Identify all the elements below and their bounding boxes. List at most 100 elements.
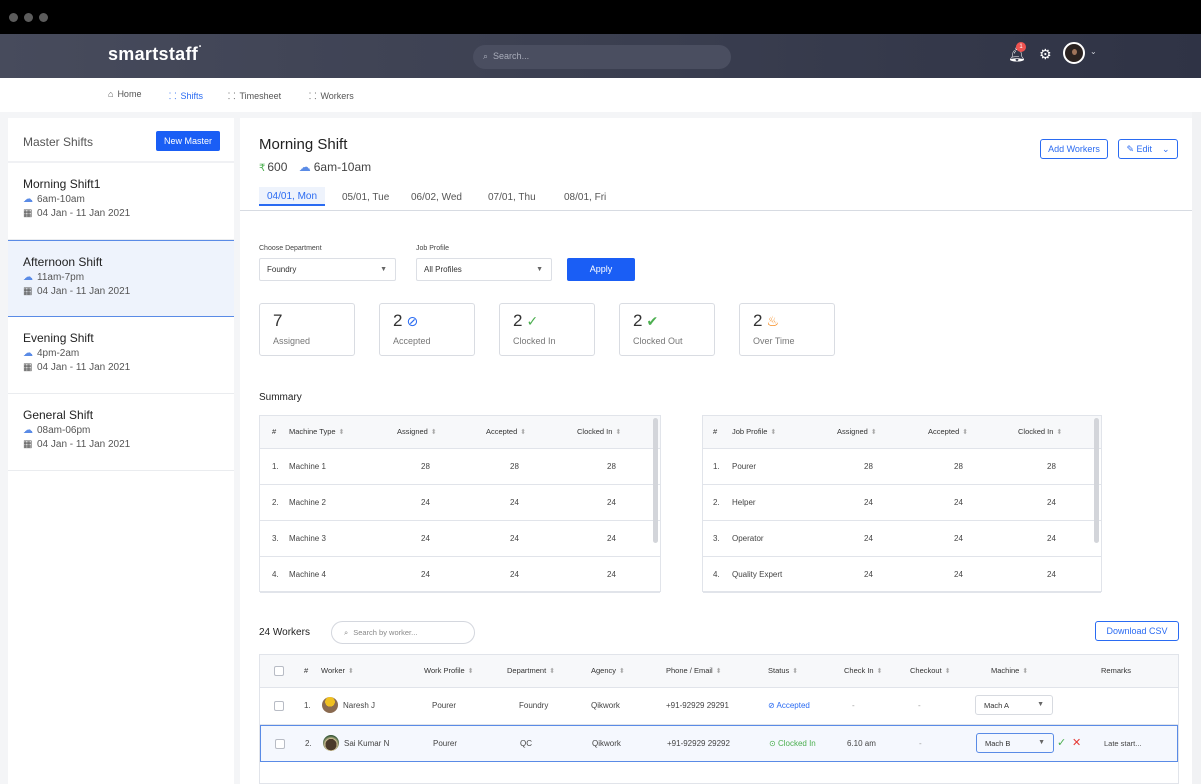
- cloud-sun-icon: ☁: [23, 194, 33, 205]
- stat-card-accepted[interactable]: 2 ⊘ Accepted: [379, 303, 475, 356]
- nav-timesheet[interactable]: ⸬ Timesheet: [228, 89, 281, 102]
- add-workers-button[interactable]: Add Workers: [1040, 139, 1108, 159]
- filled-check-icon: ✔: [646, 313, 659, 329]
- table-scrollbar[interactable]: [1094, 418, 1099, 543]
- calendar-icon: ▦: [23, 286, 33, 297]
- cell-checkout: -: [918, 701, 921, 710]
- col-header-assigned[interactable]: Assigned ⬍: [837, 427, 877, 436]
- cell-worker-name[interactable]: Naresh J: [343, 701, 375, 710]
- table-row[interactable]: 3. Operator 24 24 24: [703, 521, 1101, 557]
- col-header-assigned[interactable]: Assigned ⬍: [397, 427, 437, 436]
- shift-item[interactable]: Evening Shift ☁ 4pm-2am ▦ 04 Jan - 11 Jan …: [8, 317, 234, 394]
- col-header-department[interactable]: Department ⬍: [507, 666, 555, 675]
- nav-shifts[interactable]: ⸬ Shifts: [169, 89, 203, 102]
- col-header-job-profile[interactable]: Job Profile ⬍: [732, 427, 776, 436]
- stat-card-over-time[interactable]: 2 ♨ Over Time: [739, 303, 835, 356]
- cell-profile: Pourer: [732, 462, 757, 471]
- col-header-checkout[interactable]: Checkout ⬍: [910, 666, 951, 675]
- chevron-down-icon[interactable]: ⌄: [1090, 47, 1097, 56]
- worker-row-selected[interactable]: 2. Sai Kumar N Pourer QC Qikwork +91-929…: [260, 725, 1178, 762]
- col-header-clocked-in[interactable]: Clocked In ⬍: [577, 427, 621, 436]
- worker-row[interactable]: 1. Naresh J Pourer Foundry Qikwork +91-9…: [260, 688, 1178, 725]
- table-row[interactable]: 2. Machine 2 24 24 24: [260, 485, 660, 521]
- gear-icon[interactable]: ⚙: [1039, 46, 1052, 63]
- col-header-label: Phone / Email: [666, 666, 713, 675]
- tab-date[interactable]: 05/01, Tue: [342, 192, 389, 203]
- cell-num: 1.: [272, 462, 279, 471]
- col-header-accepted[interactable]: Accepted ⬍: [486, 427, 526, 436]
- table-row[interactable]: 1. Machine 1 28 28 28: [260, 449, 660, 485]
- shift-item[interactable]: Morning Shift1 ☁ 6am-10am ▦ 04 Jan - 11 Ja…: [8, 163, 234, 240]
- table-row[interactable]: 3. Machine 3 24 24 24: [260, 521, 660, 557]
- dashed-check-icon: ⊙: [769, 739, 778, 748]
- cell-assigned: 24: [421, 498, 430, 507]
- window-minimize-dot[interactable]: [24, 13, 33, 22]
- col-header-phone[interactable]: Phone / Email ⬍: [666, 666, 722, 675]
- table-row[interactable]: 2. Helper 24 24 24: [703, 485, 1101, 521]
- department-select[interactable]: Foundry ▼: [259, 258, 396, 281]
- sort-icon: ⬍: [338, 429, 345, 436]
- col-header-machine[interactable]: Machine ⬍: [991, 666, 1028, 675]
- edit-button[interactable]: ✎ Edit ⌄: [1118, 139, 1178, 159]
- sort-icon: ⬍: [615, 429, 622, 436]
- cell-worker-name[interactable]: Sai Kumar N: [344, 739, 389, 748]
- table-row[interactable]: 4. Quality Expert 24 24 24: [703, 557, 1101, 593]
- cell-assigned: 24: [864, 570, 873, 579]
- select-all-checkbox[interactable]: [274, 666, 284, 676]
- col-header-check-in[interactable]: Check In ⬍: [844, 666, 882, 675]
- stat-card-clocked-in[interactable]: 2 ✓ Clocked In: [499, 303, 595, 356]
- col-header-work-profile[interactable]: Work Profile ⬍: [424, 666, 474, 675]
- stat-card-assigned[interactable]: 7 Assigned: [259, 303, 355, 356]
- job-profile-summary-table: # Job Profile ⬍ Assigned ⬍ Accepted ⬍ Clock…: [702, 415, 1102, 593]
- table-row[interactable]: 4. Machine 4 24 24 24: [260, 557, 660, 593]
- caret-down-icon: ▼: [380, 266, 387, 273]
- tab-date[interactable]: 08/01, Fri: [564, 192, 606, 203]
- tab-date[interactable]: 07/01, Thu: [488, 192, 536, 203]
- download-csv-button[interactable]: Download CSV: [1095, 621, 1179, 641]
- row-checkbox[interactable]: [275, 739, 285, 749]
- brand-logo[interactable]: smartstaff•: [108, 44, 201, 65]
- sort-icon: ⬍: [792, 668, 799, 675]
- new-master-button[interactable]: New Master: [156, 131, 220, 151]
- cancel-x-icon[interactable]: ✕: [1072, 736, 1081, 749]
- global-search-input[interactable]: ⌕ Search...: [473, 45, 731, 69]
- home-icon: ⌂: [108, 89, 114, 99]
- search-placeholder: Search...: [493, 51, 530, 61]
- table-row[interactable]: 1. Pourer 28 28 28: [703, 449, 1101, 485]
- page-scrollbar[interactable]: [1192, 112, 1201, 784]
- calendar-icon: ▦: [23, 362, 33, 373]
- window-maximize-dot[interactable]: [39, 13, 48, 22]
- col-header-label: Accepted: [486, 427, 518, 436]
- table-scrollbar[interactable]: [653, 418, 658, 543]
- col-header-label: Assigned: [397, 427, 428, 436]
- machine-select[interactable]: Mach A ▼: [975, 695, 1053, 715]
- user-avatar[interactable]: [1063, 42, 1085, 64]
- window-close-dot[interactable]: [9, 13, 18, 22]
- status-badge: ⊙ Clocked In: [769, 739, 816, 748]
- nav-home[interactable]: ⌂ Home: [108, 89, 141, 99]
- stat-card-clocked-out[interactable]: 2 ✔ Clocked Out: [619, 303, 715, 356]
- cell-remarks[interactable]: Late start...: [1104, 739, 1142, 748]
- col-header-status[interactable]: Status ⬍: [768, 666, 798, 675]
- shift-item-active[interactable]: Afternoon Shift ☁ 11am-7pm ▦ 04 Jan - 11 J…: [8, 240, 234, 317]
- col-header-accepted[interactable]: Accepted ⬍: [928, 427, 968, 436]
- col-header-worker[interactable]: Worker ⬍: [321, 666, 354, 675]
- job-profile-select[interactable]: All Profiles ▼: [416, 258, 552, 281]
- worker-search-input[interactable]: ⌕ Search by worker...: [331, 621, 475, 644]
- cell-check-in: -: [852, 701, 855, 710]
- machine-select[interactable]: Mach B ▼: [976, 733, 1054, 753]
- cell-phone: +91-92929 29291: [666, 701, 729, 710]
- confirm-check-icon[interactable]: ✓: [1057, 736, 1066, 749]
- col-header-label: Machine Type: [289, 427, 336, 436]
- col-header-clocked-in[interactable]: Clocked In ⬍: [1018, 427, 1062, 436]
- tab-date[interactable]: 04/01, Mon: [259, 187, 326, 206]
- tab-date[interactable]: 06/02, Wed: [411, 192, 462, 203]
- row-checkbox[interactable]: [274, 701, 284, 711]
- apply-button[interactable]: Apply: [567, 258, 635, 281]
- calendar-icon: ▦: [23, 208, 33, 219]
- col-header-machine-type[interactable]: Machine Type ⬍: [289, 427, 344, 436]
- col-header-agency[interactable]: Agency ⬍: [591, 666, 625, 675]
- shift-item[interactable]: General Shift ☁ 08am-06pm ▦ 04 Jan - 11 Ja…: [8, 394, 234, 471]
- nav-workers[interactable]: ⸬ Workers: [309, 89, 354, 102]
- cell-accepted: 24: [954, 498, 963, 507]
